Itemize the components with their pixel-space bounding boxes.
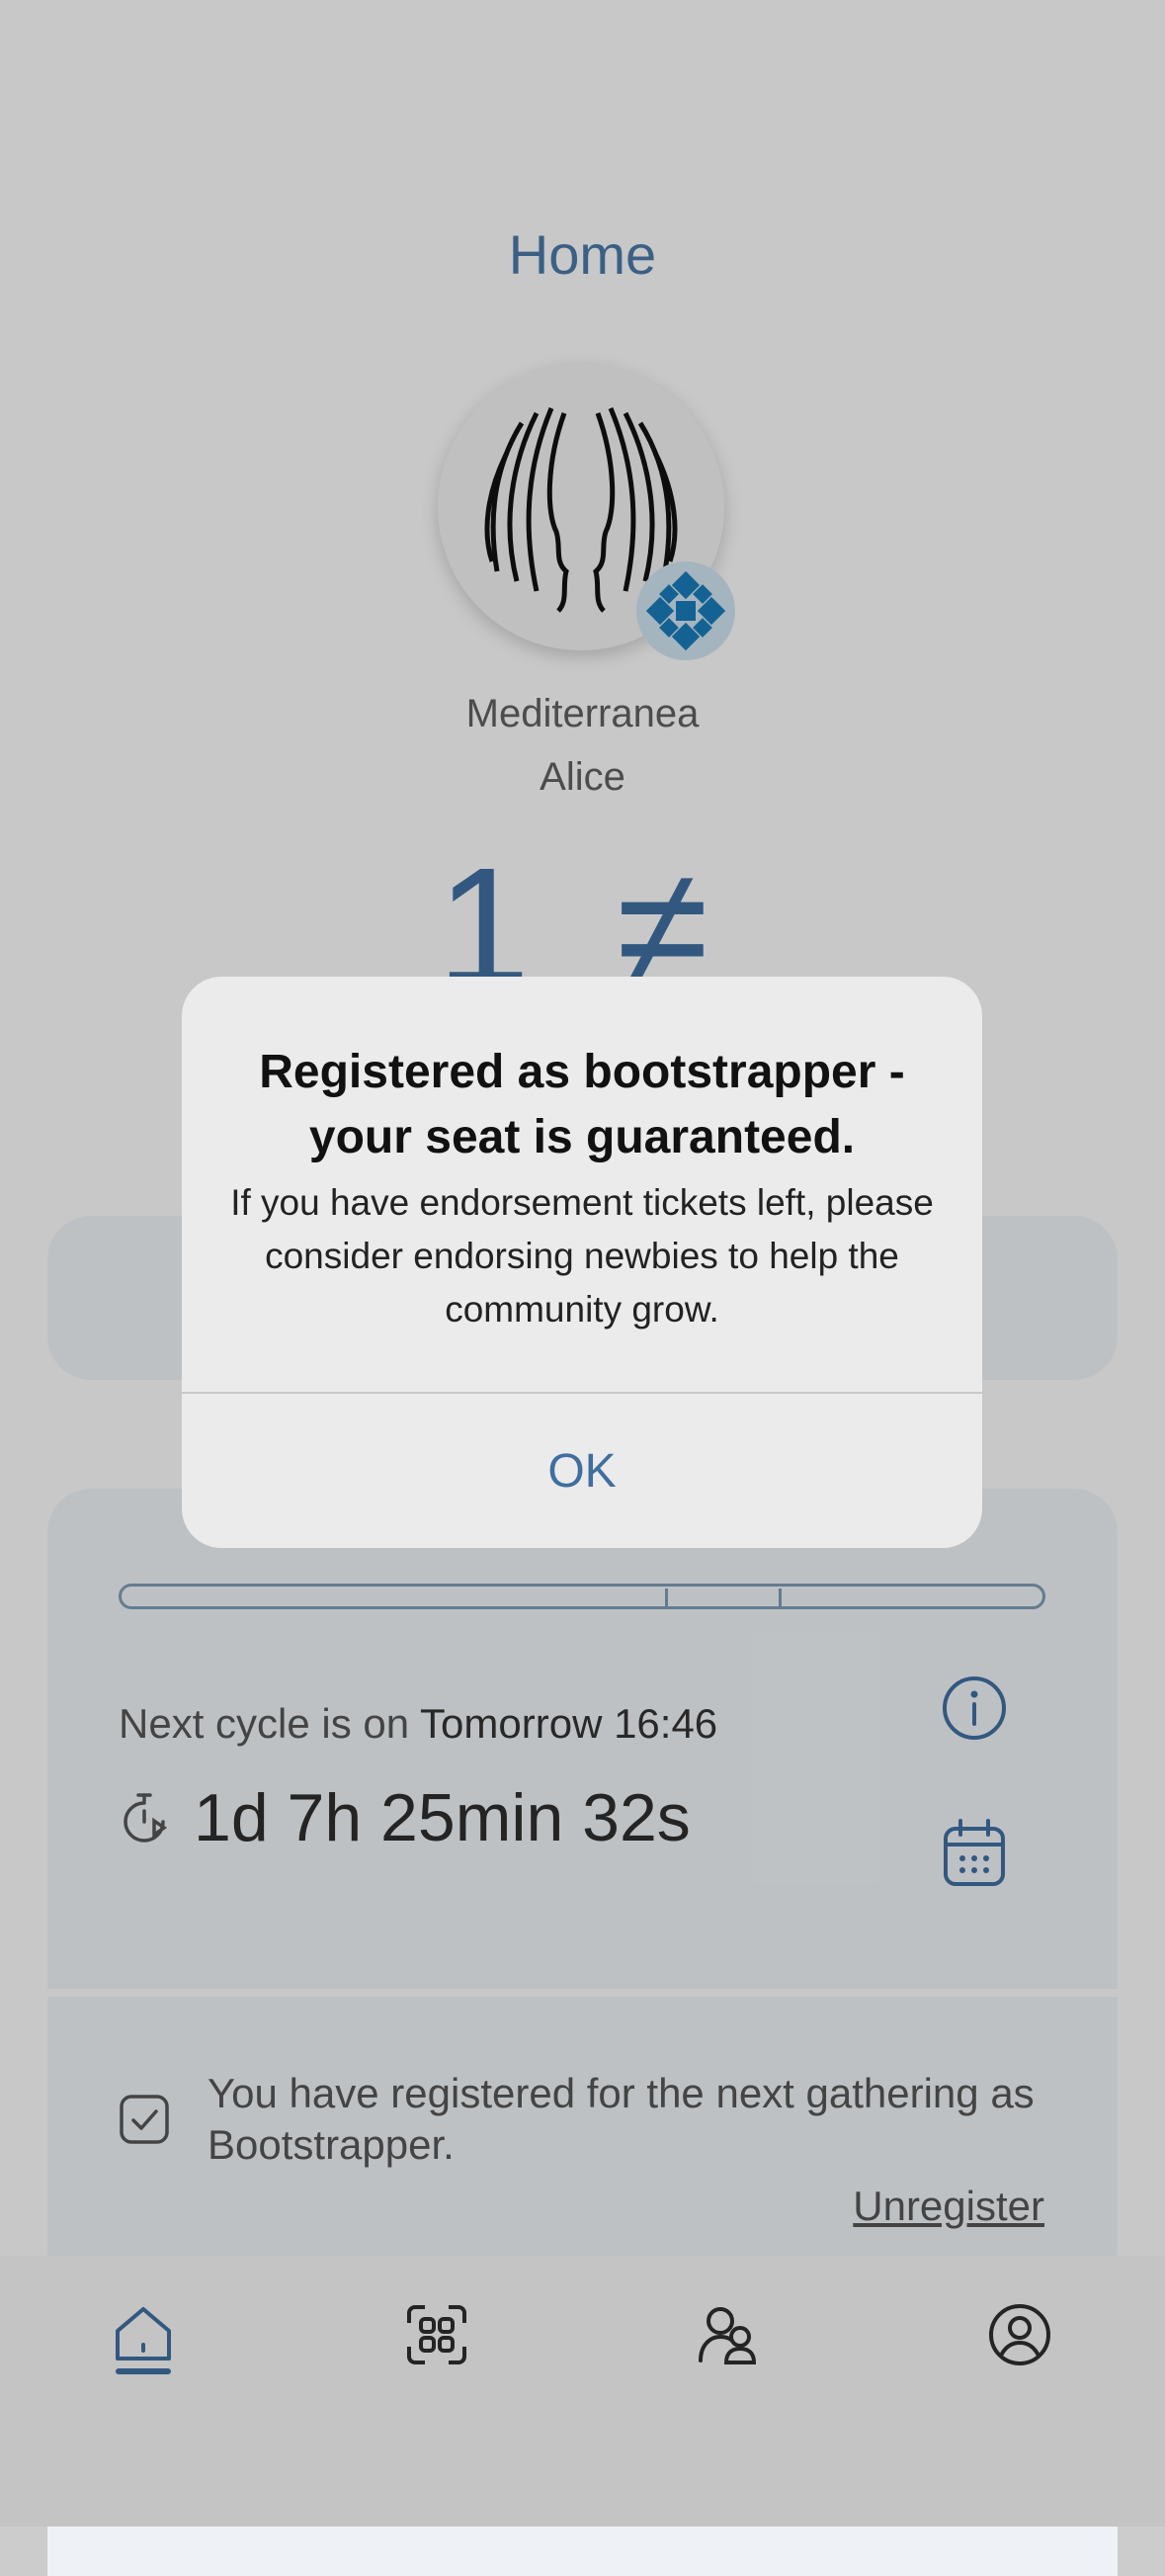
- dialog-title: Registered as bootstrapper - your seat i…: [259, 1046, 905, 1163]
- alert-dialog: Registered as bootstrapper - your seat i…: [182, 977, 982, 1548]
- ok-button[interactable]: OK: [182, 1394, 982, 1548]
- dialog-message: If you have endorsement tickets left, pl…: [230, 1182, 934, 1330]
